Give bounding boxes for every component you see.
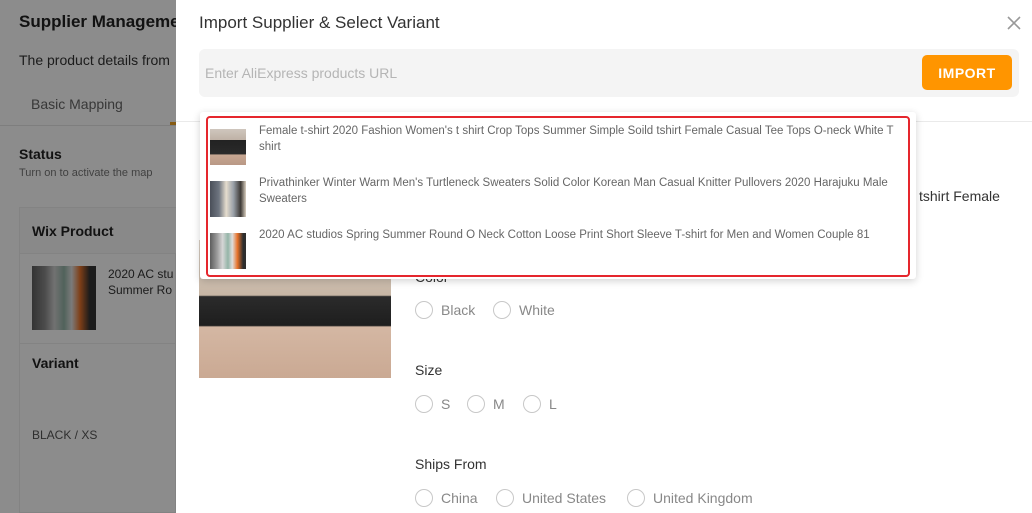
- suggestion-item[interactable]: Female t-shirt 2020 Fashion Women's t sh…: [210, 120, 908, 168]
- ships-option-china[interactable]: China: [415, 489, 478, 507]
- option-label: M: [493, 396, 505, 412]
- suggestion-text: Privathinker Winter Warm Men's Turtlenec…: [259, 177, 888, 205]
- product-thumbnail: [210, 181, 246, 217]
- size-label: Size: [415, 362, 443, 378]
- drawer-title: Import Supplier & Select Variant: [199, 13, 440, 32]
- suggestion-item[interactable]: 2020 AC studios Spring Summer Round O Ne…: [210, 224, 908, 272]
- ships-option-united-states[interactable]: United States: [496, 489, 606, 507]
- suggestion-text: Female t-shirt 2020 Fashion Women's t sh…: [259, 125, 894, 153]
- color-option-white[interactable]: White: [493, 301, 555, 319]
- option-label: L: [549, 396, 557, 412]
- size-option-s[interactable]: S: [415, 395, 450, 413]
- radio-icon[interactable]: [496, 489, 514, 507]
- option-label: Black: [441, 302, 476, 318]
- radio-icon[interactable]: [493, 301, 511, 319]
- option-label: White: [519, 302, 555, 318]
- radio-icon[interactable]: [415, 489, 433, 507]
- radio-icon[interactable]: [627, 489, 645, 507]
- suggestion-item[interactable]: Privathinker Winter Warm Men's Turtlenec…: [210, 172, 908, 220]
- suggestions-dropdown: Female t-shirt 2020 Fashion Women's t sh…: [200, 112, 916, 279]
- radio-icon[interactable]: [415, 395, 433, 413]
- radio-icon[interactable]: [523, 395, 541, 413]
- option-label: China: [441, 490, 478, 506]
- ships-option-united-kingdom[interactable]: United Kingdom: [627, 489, 753, 507]
- suggestion-text: 2020 AC studios Spring Summer Round O Ne…: [259, 229, 870, 241]
- size-option-l[interactable]: L: [523, 395, 557, 413]
- url-bar: IMPORT: [199, 49, 1019, 97]
- product-thumbnail: [210, 129, 246, 165]
- option-label: United Kingdom: [653, 490, 753, 506]
- url-input[interactable]: [205, 57, 905, 89]
- color-option-black[interactable]: Black: [415, 301, 475, 319]
- option-label: United States: [522, 490, 607, 506]
- radio-icon[interactable]: [467, 395, 485, 413]
- option-label: S: [441, 396, 451, 412]
- import-button[interactable]: IMPORT: [922, 55, 1012, 90]
- product-thumbnail: [210, 233, 246, 269]
- close-icon[interactable]: [1005, 14, 1023, 32]
- ships-from-label: Ships From: [415, 456, 487, 472]
- radio-icon[interactable]: [415, 301, 433, 319]
- size-option-m[interactable]: M: [467, 395, 505, 413]
- product-title-tail: tshirt Female: [919, 188, 1000, 204]
